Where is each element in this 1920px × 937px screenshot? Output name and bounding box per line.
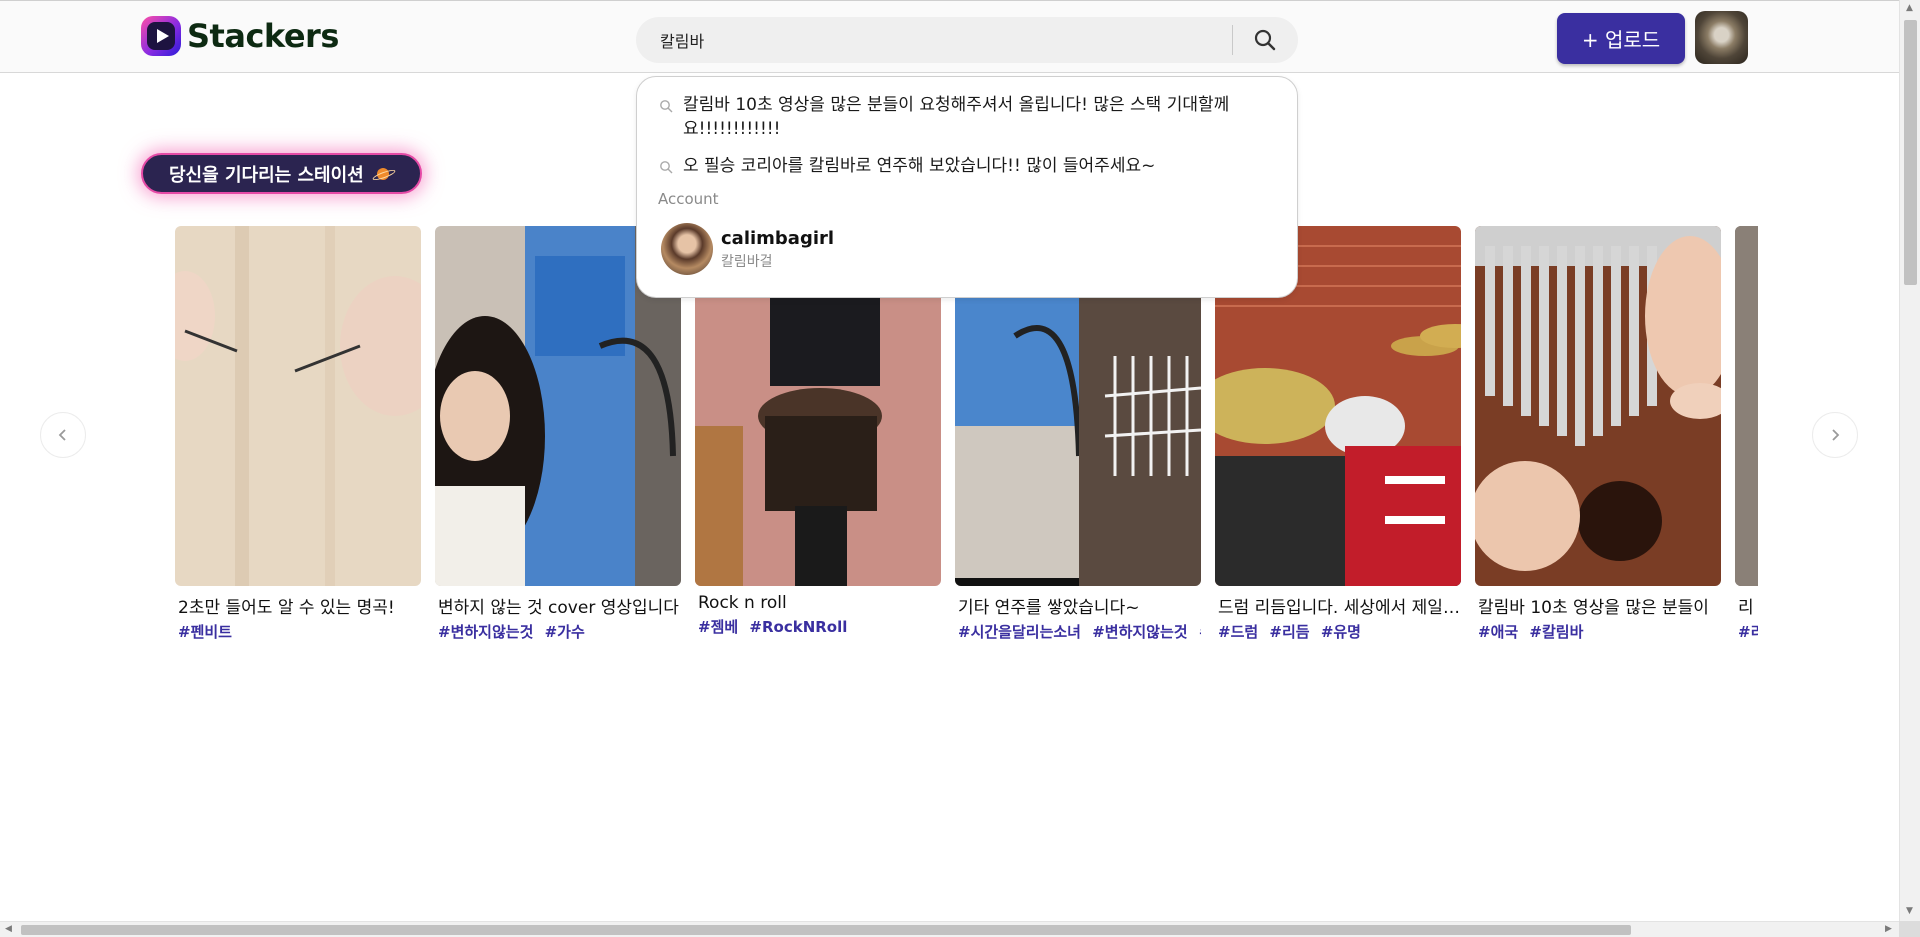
card-title[interactable]: 칼림바 10초 영상을 많은 분들이	[1475, 593, 1721, 618]
search-input[interactable]	[660, 17, 1220, 63]
video-card[interactable]: 리 #리	[1735, 226, 1758, 642]
video-thumbnail[interactable]	[1475, 226, 1721, 586]
search-bar	[636, 17, 1298, 63]
hashtag[interactable]: #리	[1738, 623, 1758, 641]
video-card[interactable]: 2초만 들어도 알 수 있는 명곡! #펜비트	[175, 226, 421, 642]
account-username: calimbagirl	[721, 227, 835, 249]
video-thumbnail[interactable]	[175, 226, 421, 586]
planet-icon	[372, 166, 394, 182]
search-button[interactable]	[1244, 23, 1286, 57]
video-card[interactable]: 칼림바 10초 영상을 많은 분들이 #애국 #칼림바	[1475, 226, 1721, 642]
card-title[interactable]: 변하지 않는 것 cover 영상입니다	[435, 593, 681, 618]
hashtag[interactable]: #시간을달리는소녀	[958, 623, 1081, 641]
card-tags: #리	[1735, 621, 1758, 642]
hashtag[interactable]: #젬베	[698, 618, 738, 636]
search-suggestion[interactable]: 칼림바 10초 영상을 많은 분들이 요청해주셔서 올립니다! 많은 스택 기대…	[659, 93, 1279, 141]
suggestion-text: 칼림바 10초 영상을 많은 분들이 요청해주셔서 올립니다! 많은 스택 기대…	[683, 95, 1230, 139]
account-display-name: 칼림바걸	[721, 253, 773, 270]
hashtag[interactable]: #	[1199, 623, 1201, 641]
scroll-left-icon[interactable]: ◀	[5, 924, 12, 934]
scroll-right-icon[interactable]: ▶	[1885, 924, 1892, 934]
card-title[interactable]: 2초만 들어도 알 수 있는 명곡!	[175, 593, 421, 618]
search-suggestions-dropdown: 칼림바 10초 영상을 많은 분들이 요청해주셔서 올립니다! 많은 스택 기대…	[636, 76, 1298, 298]
search-divider	[1232, 25, 1233, 55]
card-title[interactable]: 드럼 리듬입니다. 세상에서 제일 멋진	[1215, 593, 1461, 618]
hashtag[interactable]: #변하지않는것	[1092, 623, 1187, 641]
hashtag[interactable]: #애국	[1478, 623, 1518, 641]
card-tags: #펜비트	[175, 621, 421, 642]
upload-button[interactable]: + 업로드	[1557, 13, 1685, 64]
hashtag[interactable]: #가수	[545, 623, 585, 641]
search-icon	[660, 100, 673, 113]
card-title[interactable]: Rock n roll	[695, 593, 941, 613]
card-tags: #변하지않는것 #가수	[435, 621, 681, 642]
account-section-label: Account	[658, 190, 719, 208]
hashtag[interactable]: #칼림바	[1529, 623, 1583, 641]
hashtag[interactable]: #변하지않는것	[438, 623, 533, 641]
hashtag[interactable]: #유명	[1321, 623, 1361, 641]
section-title-pill: 당신을 기다리는 스테이션	[141, 153, 422, 194]
scrollbar-corner	[1899, 921, 1920, 937]
horizontal-scrollbar[interactable]: ◀ ▶	[0, 921, 1899, 937]
user-avatar[interactable]	[1695, 11, 1748, 64]
section-title: 당신을 기다리는 스테이션	[169, 164, 364, 186]
logo-text: Stackers	[187, 17, 339, 55]
card-tags: #시간을달리는소녀 #변하지않는것 #	[955, 621, 1201, 642]
hashtag[interactable]: #드럼	[1218, 623, 1258, 641]
search-icon	[1254, 29, 1276, 51]
chevron-right-icon	[1832, 429, 1840, 441]
play-logo-icon	[141, 16, 181, 56]
card-title[interactable]: 기타 연주를 쌓았습니다~	[955, 593, 1201, 618]
carousel-prev-button[interactable]	[40, 412, 86, 458]
hashtag[interactable]: #리듬	[1269, 623, 1309, 641]
account-avatar	[661, 223, 713, 275]
horizontal-scroll-thumb[interactable]	[21, 925, 1631, 935]
card-tags: #젬베 #RockNRoll	[695, 616, 941, 637]
card-tags: #드럼 #리듬 #유명	[1215, 621, 1461, 642]
chevron-left-icon	[58, 429, 66, 441]
carousel-next-button[interactable]	[1812, 412, 1858, 458]
hashtag[interactable]: #RockNRoll	[749, 618, 847, 636]
logo[interactable]: Stackers	[141, 16, 339, 56]
vertical-scroll-thumb[interactable]	[1904, 20, 1917, 285]
vertical-scrollbar[interactable]: ▲ ▼	[1899, 0, 1920, 921]
account-result[interactable]: calimbagirl 칼림바걸	[661, 223, 834, 275]
scroll-up-icon[interactable]: ▲	[1906, 3, 1913, 13]
top-header: Stackers + 업로드	[0, 0, 1899, 73]
video-thumbnail[interactable]	[1735, 226, 1758, 586]
hashtag[interactable]: #펜비트	[178, 623, 232, 641]
card-title[interactable]: 리	[1735, 593, 1758, 618]
scroll-down-icon[interactable]: ▼	[1906, 906, 1913, 916]
search-icon	[660, 161, 673, 174]
suggestion-text: 오 필승 코리아를 칼림바로 연주해 보았습니다!! 많이 들어주세요~	[683, 156, 1156, 176]
page: Stackers + 업로드 당신을 기다리는 스테이션	[0, 0, 1920, 937]
card-tags: #애국 #칼림바	[1475, 621, 1721, 642]
search-suggestion[interactable]: 오 필승 코리아를 칼림바로 연주해 보았습니다!! 많이 들어주세요~	[659, 154, 1279, 178]
